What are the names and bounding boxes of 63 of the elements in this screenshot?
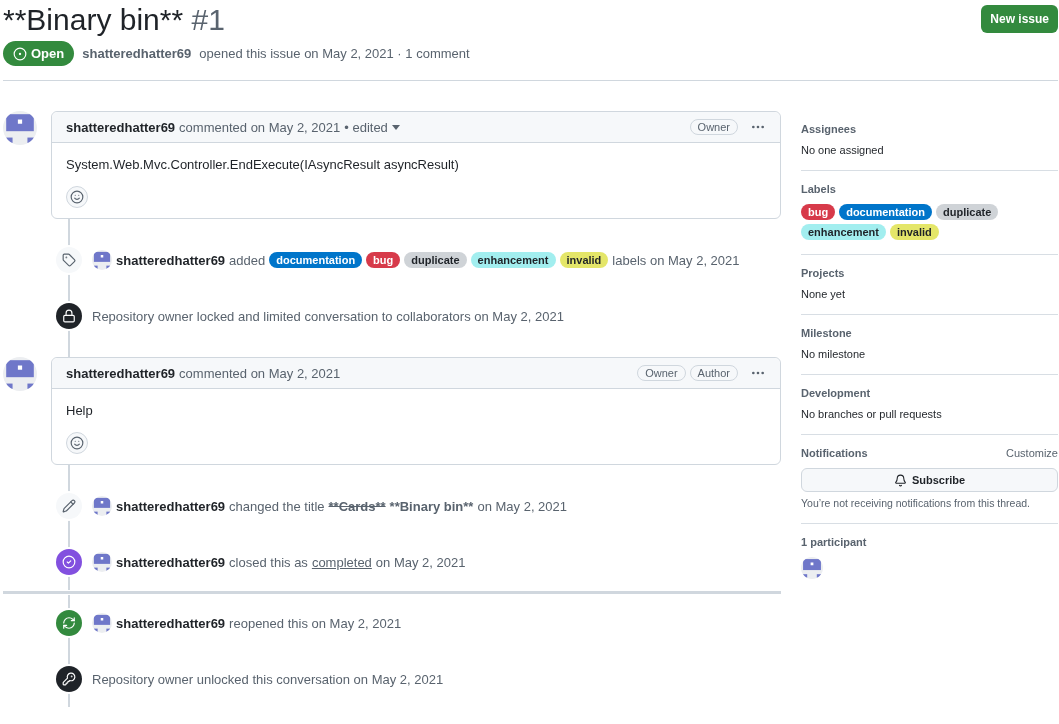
section-title: Labels bbox=[801, 183, 836, 195]
notification-note: You’re not receiving notifications from this thread. bbox=[801, 497, 1031, 509]
status-badge: Open bbox=[3, 41, 75, 66]
label-tag[interactable]: bug bbox=[801, 204, 836, 220]
comment-body: Help bbox=[66, 403, 94, 418]
section-value: No one assigned bbox=[801, 144, 885, 156]
comment-meta: commented on May 2, 2021 bbox=[179, 365, 341, 381]
event-text: changed the title bbox=[229, 498, 325, 514]
old-title: **Cards** bbox=[328, 498, 386, 514]
label-tag[interactable]: enhancement bbox=[470, 252, 556, 268]
label-tag[interactable]: documentation bbox=[839, 204, 932, 220]
subscribe-button[interactable]: Subscribe bbox=[801, 468, 1058, 492]
event-text: Repository owner locked and limited conversation to collaborators on May 2, 2021 bbox=[92, 308, 564, 324]
new-title: **Binary bin** bbox=[389, 498, 474, 514]
author-name[interactable]: shatteredhatter69 bbox=[116, 252, 226, 268]
reaction-button[interactable] bbox=[66, 186, 88, 208]
avatar-icon bbox=[92, 552, 112, 572]
section-value: No branches or pull requests bbox=[801, 408, 943, 420]
label-tag[interactable]: documentation bbox=[269, 252, 363, 268]
author-name[interactable]: shatteredhatter69 bbox=[116, 554, 226, 570]
avatar-icon bbox=[801, 557, 823, 579]
section-title: 1 participant bbox=[801, 536, 867, 548]
label-tag[interactable]: invalid bbox=[559, 252, 609, 268]
edited-menu[interactable]: • edited bbox=[344, 119, 400, 135]
label-tag[interactable]: invalid bbox=[889, 224, 939, 240]
label-tag[interactable]: duplicate bbox=[936, 204, 999, 220]
event-text: Repository owner unlocked this conversation on May 2, 2021 bbox=[92, 671, 444, 687]
event-text: added bbox=[229, 252, 266, 268]
issue-title: **Binary bin** #1 bbox=[3, 2, 225, 38]
reaction-button[interactable] bbox=[66, 432, 88, 454]
new-issue-button[interactable]: New issue bbox=[981, 5, 1058, 33]
event-text: reopened this on May 2, 2021 bbox=[229, 615, 402, 631]
author-name[interactable]: shatteredhatter69 bbox=[116, 615, 226, 631]
section-value: No milestone bbox=[801, 348, 867, 360]
section-title: Assignees bbox=[801, 123, 857, 135]
caret-icon bbox=[391, 124, 400, 130]
comment-meta: commented on May 2, 2021 bbox=[179, 119, 341, 135]
customize-link[interactable]: Customize bbox=[1006, 447, 1058, 459]
label-tag[interactable]: enhancement bbox=[801, 224, 886, 240]
section-value: None yet bbox=[801, 288, 847, 300]
author-name[interactable]: shatteredhatter69 bbox=[66, 119, 176, 135]
event-text: labels on May 2, 2021 bbox=[612, 252, 740, 268]
event-text: closed this as bbox=[229, 554, 308, 570]
event-text: on May 2, 2021 bbox=[477, 498, 568, 514]
section-title: Notifications bbox=[801, 447, 868, 459]
event-text: on May 2, 2021 bbox=[375, 554, 466, 570]
avatar-icon bbox=[92, 496, 112, 516]
label-tag[interactable]: duplicate bbox=[404, 252, 467, 268]
author-name[interactable]: shatteredhatter69 bbox=[66, 365, 176, 381]
avatar-icon bbox=[92, 613, 112, 633]
comment-body: System.Web.Mvc.Controller.EndExecute(IAsyncResult asyncResult) bbox=[66, 157, 460, 172]
issue-meta: opened this issue on May 2, 2021 · 1 comment bbox=[199, 46, 470, 61]
bell-icon bbox=[893, 473, 907, 487]
section-title: Projects bbox=[801, 267, 845, 279]
completed-link[interactable]: completed bbox=[311, 554, 372, 570]
section-title: Milestone bbox=[801, 327, 852, 339]
avatar-icon bbox=[3, 111, 37, 145]
section-title: Development bbox=[801, 387, 871, 399]
avatar-icon bbox=[92, 250, 112, 270]
author-name[interactable]: shatteredhatter69 bbox=[82, 46, 192, 61]
label-tag[interactable]: bug bbox=[366, 252, 401, 268]
avatar-icon bbox=[3, 357, 37, 391]
author-name[interactable]: shatteredhatter69 bbox=[116, 498, 226, 514]
